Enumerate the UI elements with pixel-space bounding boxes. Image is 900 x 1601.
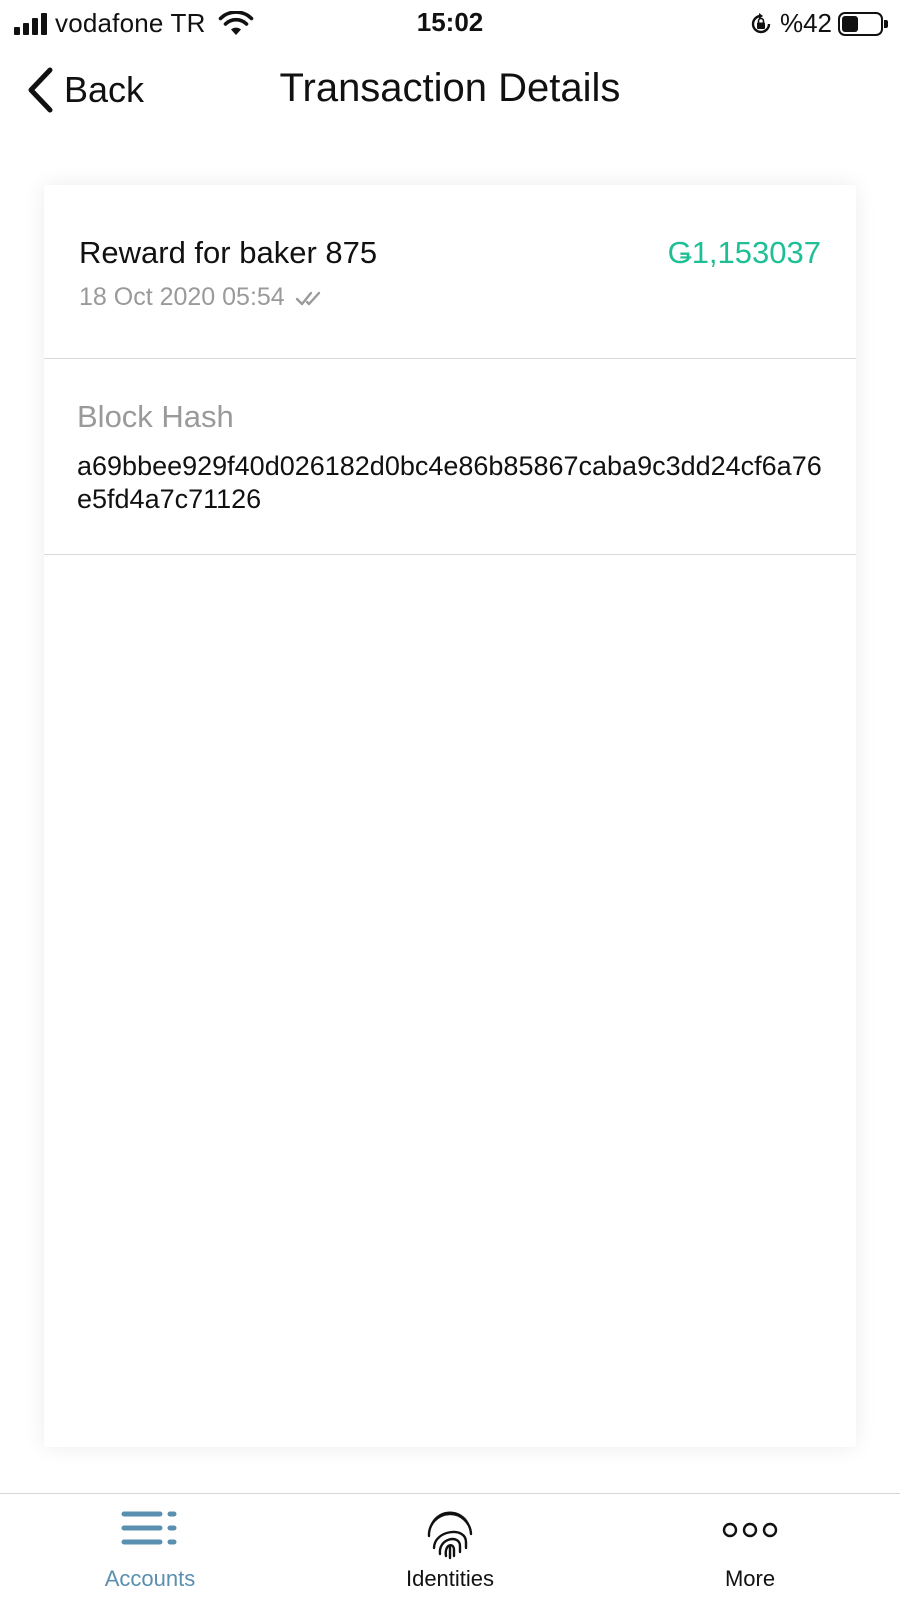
tab-bar: Accounts Identities More [0,1493,900,1600]
transaction-title: Reward for baker 875 [79,235,378,270]
accounts-list-icon [121,1511,177,1545]
tab-more[interactable]: More [650,1494,850,1601]
battery-icon [838,11,888,36]
transaction-date-row: 18 Oct 2020 05:54 [79,283,323,312]
status-right: %42 [748,8,888,39]
tab-accounts-label: Accounts [104,1566,196,1591]
more-dots-icon [722,1522,778,1538]
tab-identities[interactable]: Identities [350,1494,550,1601]
transaction-amount: Ǥ1,153037 [667,235,821,270]
tab-more-label: More [724,1566,776,1591]
transaction-summary: Reward for baker 875 Ǥ1,153037 18 Oct 20… [44,185,856,359]
page-title: Transaction Details [279,66,621,110]
rotation-lock-icon [751,12,771,33]
battery-percent: %42 [779,8,832,38]
transaction-date: 18 Oct 2020 05:54 [79,283,285,311]
block-hash-label: Block Hash [77,399,234,434]
transaction-details-card: Reward for baker 875 Ǥ1,153037 18 Oct 20… [44,185,856,1447]
block-hash-section: Block Hash a69bbee929f40d026182d0bc4e86b… [44,359,856,555]
status-bar: vodafone TR 15:02 %42 [0,0,900,46]
navigation-bar: Back Transaction Details [0,56,900,126]
block-hash-value: a69bbee929f40d026182d0bc4e86b85867caba9c… [77,451,822,514]
double-check-icon [295,291,320,305]
fingerprint-icon [427,1511,473,1560]
tab-identities-label: Identities [405,1566,495,1591]
tab-accounts[interactable]: Accounts [50,1494,250,1601]
